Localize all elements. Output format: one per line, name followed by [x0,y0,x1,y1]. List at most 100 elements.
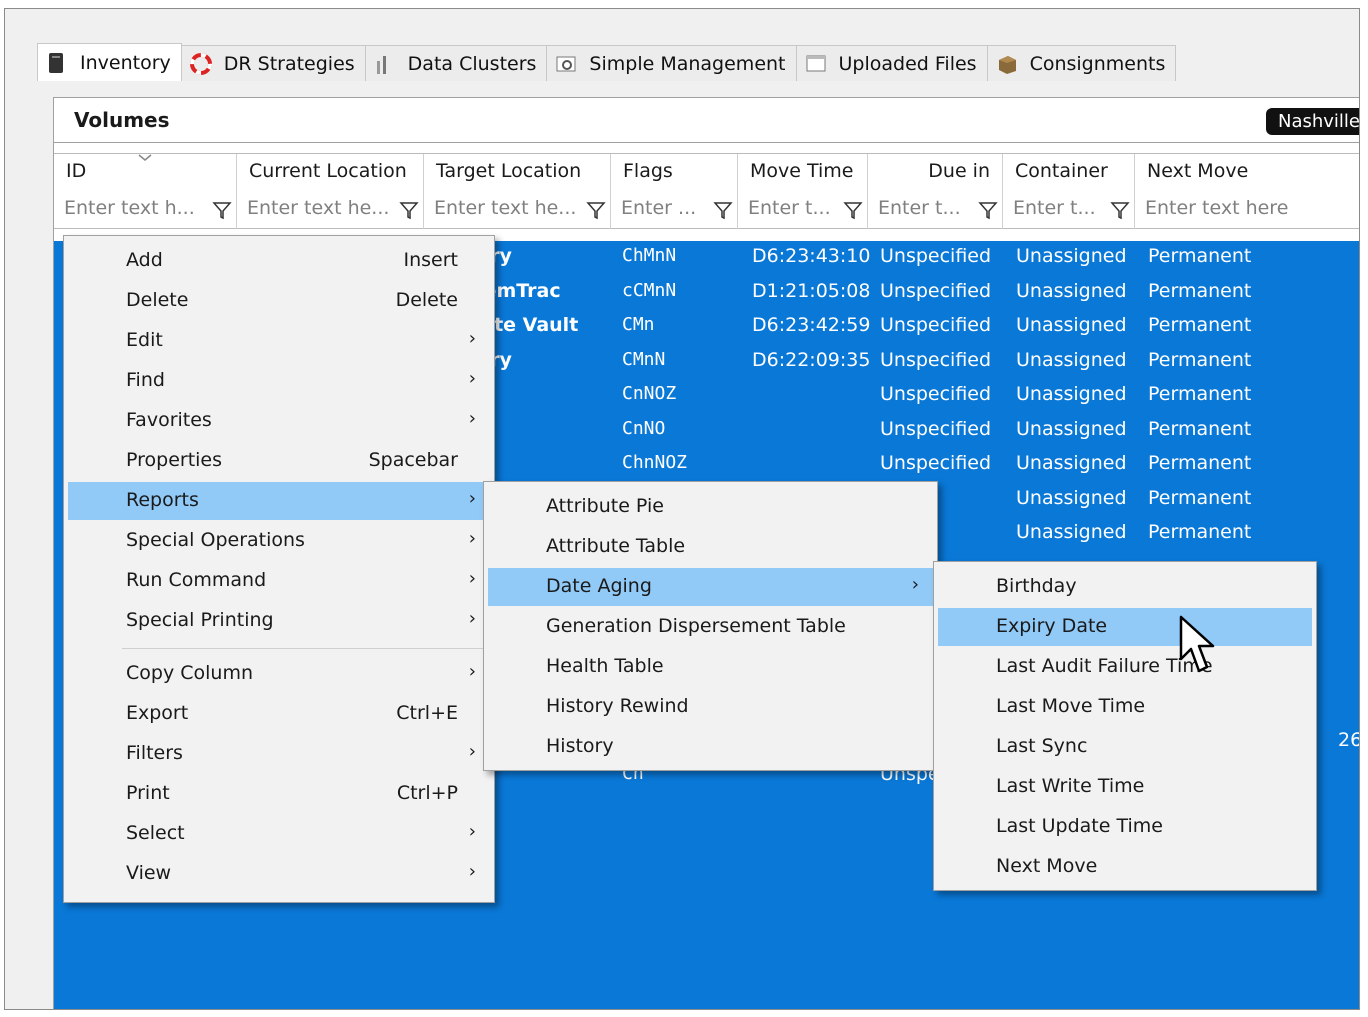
menu-item-print[interactable]: Print Ctrl+P [68,775,490,813]
location-badge[interactable]: Nashville [1265,108,1359,135]
tab-label: DR Strategies [223,52,355,75]
tab-inventory[interactable]: Inventory [37,43,182,81]
menu-item-favorites[interactable]: Favorites › [68,402,490,440]
filter-funnel-icon[interactable] [978,200,998,220]
menu-item-copy-column[interactable]: Copy Column › [68,655,490,693]
box-icon [996,53,1018,75]
menu-item-run-command[interactable]: Run Command › [68,562,490,600]
menu-item-expiry-date[interactable]: Expiry Date [938,608,1312,646]
panel-header: Volumes Nashville [54,98,1359,143]
menu-item-reports[interactable]: Reports › [68,482,490,520]
chevron-right-icon: › [468,488,476,509]
column-label: ID [66,160,87,182]
tab-uploaded-files[interactable]: Uploaded Files [795,45,988,81]
window-icon [805,53,827,75]
menu-item-label: Filters [126,742,183,764]
menu-item-last-update-time[interactable]: Last Update Time [938,808,1312,846]
cell-container: Unassigned [1016,417,1127,440]
column-header-container[interactable]: Container [1002,154,1134,192]
filter-input-id[interactable]: Enter text h... [54,191,236,229]
cell-move: D1:21:05:08 [752,279,871,302]
filter-placeholder: Enter t... [1013,197,1096,219]
menu-item-select[interactable]: Select › [68,815,490,853]
menu-item-label: Special Printing [126,609,274,631]
cell-flags: CMnN [622,348,666,370]
cell-container: Unassigned [1016,314,1127,336]
menu-item-delete[interactable]: Delete Delete [68,282,490,320]
chevron-right-icon: › [468,408,476,429]
tab-data-clusters[interactable]: Data Clusters [364,45,548,81]
column-header-target-location[interactable]: Target Location [423,154,610,192]
filter-input-current-location[interactable]: Enter text he... [236,191,423,229]
menu-item-special-operations[interactable]: Special Operations › [68,522,490,560]
menu-item-date-aging[interactable]: Date Aging › [488,568,933,606]
menu-item-special-printing[interactable]: Special Printing › [68,602,490,640]
column-header-due-in[interactable]: Due in [867,154,1002,192]
menu-item-shortcut: Ctrl+E [396,702,458,724]
menu-item-last-move-time[interactable]: Last Move Time [938,688,1312,726]
column-header-next-move[interactable]: Next Move [1134,154,1359,192]
filter-funnel-icon[interactable] [1110,200,1130,220]
menu-item-shortcut: Ctrl+P [396,782,458,804]
filter-input-move-time[interactable]: Enter t... [737,191,867,229]
menu-item-label: Favorites [126,409,212,431]
filter-funnel-icon[interactable] [843,200,863,220]
panel-title: Volumes [74,108,170,132]
menu-item-label: Delete [126,289,189,311]
cell-next: Permanent [1148,348,1252,371]
cell-container: Unassigned [1016,452,1127,474]
menu-item-attribute-table[interactable]: Attribute Table [488,528,933,566]
menu-item-filters[interactable]: Filters › [68,735,490,773]
menu-item-next-move[interactable]: Next Move [938,848,1312,886]
menu-item-label: Run Command [126,569,267,591]
filter-funnel-icon[interactable] [212,200,232,220]
filter-input-due-in[interactable]: Enter t... [867,191,1002,229]
cell-flags: ChnNOZ [622,452,688,473]
filter-input-next-move[interactable]: Enter text here [1134,191,1359,229]
filter-input-container[interactable]: Enter t... [1002,191,1134,229]
filter-funnel-icon[interactable] [586,200,606,220]
menu-item-generation-dispersement-table[interactable]: Generation Dispersement Table [488,608,933,646]
menu-item-attribute-pie[interactable]: Attribute Pie [488,488,933,526]
menu-item-properties[interactable]: Properties Spacebar [68,442,490,480]
menu-item-label: Date Aging [546,575,652,597]
menu-item-label: Attribute Pie [546,495,664,517]
chevron-right-icon: › [468,741,476,762]
column-header-flags[interactable]: Flags [610,154,737,192]
cell-next: Permanent [1148,452,1252,474]
menu-item-history[interactable]: History [488,728,933,766]
tab-simple-management[interactable]: Simple Management [546,45,797,81]
cell-flags: CnNO [622,417,666,439]
filter-input-flags[interactable]: Enter ... [610,191,737,229]
filter-input-target-location[interactable]: Enter text he... [423,191,610,229]
cell-container: Unassigned [1016,521,1127,543]
sort-indicator-icon [138,154,152,161]
menu-item-edit[interactable]: Edit › [68,322,490,360]
menu-item-add[interactable]: Add Insert [68,242,490,280]
filter-funnel-icon[interactable] [399,200,419,220]
menu-item-shortcut: Insert [403,249,459,271]
menu-item-birthday[interactable]: Birthday [938,568,1312,606]
cell-flags: CMn [622,314,655,335]
chevron-right-icon: › [468,608,476,629]
menu-item-last-audit-failure-time[interactable]: Last Audit Failure Time [938,648,1312,686]
management-icon [555,53,577,75]
menu-item-last-write-time[interactable]: Last Write Time [938,768,1312,806]
menu-item-export[interactable]: Export Ctrl+E [68,695,490,733]
menu-item-label: Add [126,249,163,271]
tab-dr-strategies[interactable]: DR Strategies [180,45,366,81]
chevron-right-icon: › [468,368,476,389]
menu-item-health-table[interactable]: Health Table [488,648,933,686]
menu-item-label: Last Sync [996,735,1088,757]
filter-funnel-icon[interactable] [713,200,733,220]
menu-item-last-sync[interactable]: Last Sync [938,728,1312,766]
menu-item-view[interactable]: View › [68,855,490,893]
cell-next: Permanent [1148,245,1252,267]
column-header-current-location[interactable]: Current Location [236,154,423,192]
menu-item-history-rewind[interactable]: History Rewind [488,688,933,726]
tab-consignments[interactable]: Consignments [986,45,1177,81]
menu-item-find[interactable]: Find › [68,362,490,400]
tab-label: Consignments [1029,52,1166,75]
column-header-id[interactable]: ID [54,154,236,192]
column-header-move-time[interactable]: Move Time [737,154,867,192]
